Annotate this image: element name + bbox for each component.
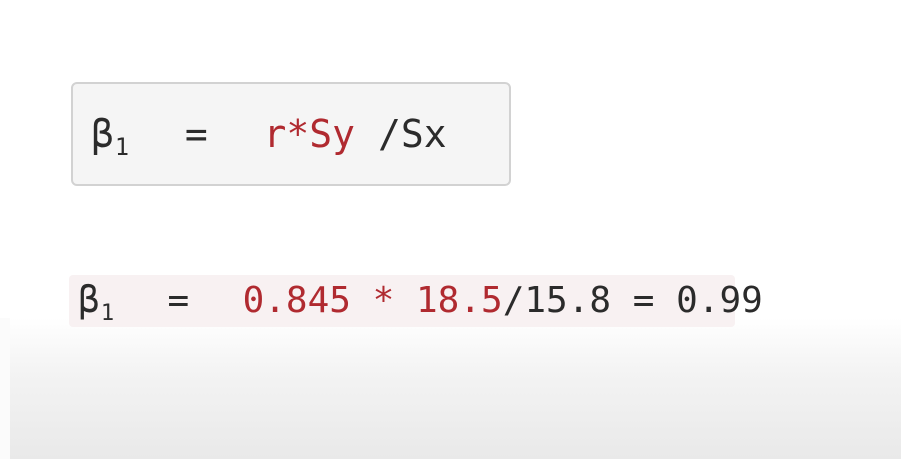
bottom-gradient-backdrop xyxy=(0,318,901,459)
equals-sign: = xyxy=(184,112,208,156)
r-value: 0.845 xyxy=(242,280,351,321)
multiply-sign: * xyxy=(372,280,395,321)
sy-value: 18.5 xyxy=(416,280,503,321)
divide-by-sx-value: /15.8 xyxy=(502,280,612,321)
beta-formula-general: β1 = r*Sy /Sx xyxy=(91,109,447,164)
result-value: 0.99 xyxy=(676,280,763,321)
beta-formula-numeric: β1 = 0.845 * 18.5/15.8 = 0.99 xyxy=(78,276,763,330)
beta-symbol: β xyxy=(78,280,100,321)
beta-subscript: 1 xyxy=(114,133,130,162)
beta-subscript: 1 xyxy=(100,299,115,326)
equals-sign: = xyxy=(167,280,190,321)
beta-symbol: β xyxy=(91,112,114,156)
equals-sign-result: = xyxy=(632,280,655,321)
divide-by-sx-expression: /Sx xyxy=(377,112,447,156)
left-edge-strip xyxy=(0,318,10,459)
r-times-sy-expression: r*Sy xyxy=(263,112,356,156)
